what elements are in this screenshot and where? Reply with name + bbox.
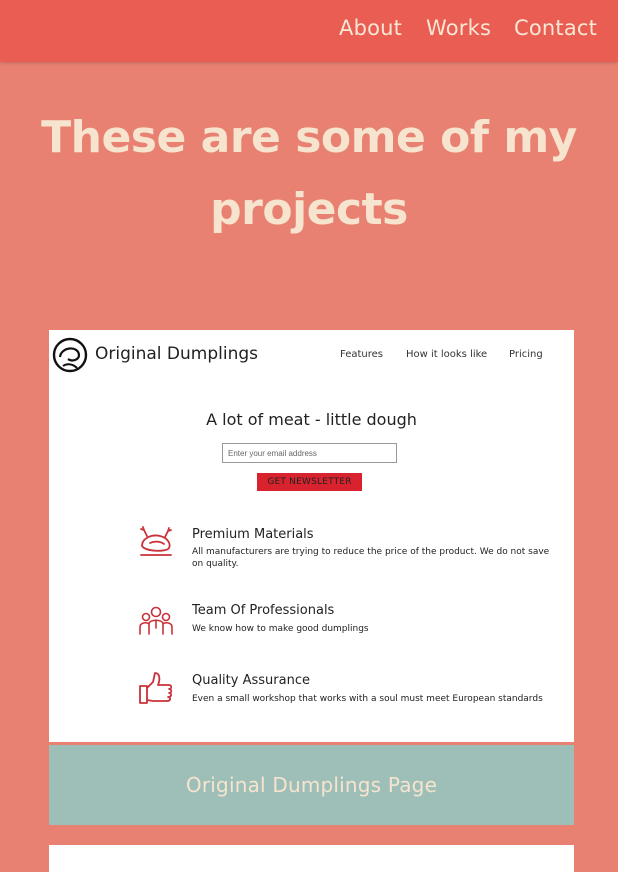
feature-title-premium: Premium Materials: [192, 527, 314, 542]
brand-name: Original Dumplings: [95, 344, 259, 364]
feature-desc-quality: Even a small workshop that works with a …: [192, 694, 543, 704]
nav-link-works[interactable]: Works: [426, 16, 491, 40]
screenshot-nav-pricing: Pricing: [509, 349, 543, 360]
screenshot-email-field: [222, 443, 397, 463]
nav-link-about[interactable]: About: [339, 16, 402, 40]
feature-title-team: Team Of Professionals: [192, 603, 335, 618]
chicken-icon: [140, 526, 172, 556]
dumpling-logo-icon: [52, 337, 88, 373]
project-screenshot[interactable]: Original Dumplings Features How it looks…: [49, 330, 574, 742]
feature-desc-team: We know how to make good dumplings: [192, 624, 369, 634]
page-title: These are some of my projects: [41, 112, 577, 235]
screenshot-headline: A lot of meat - little dough: [206, 410, 417, 429]
project-caption-link[interactable]: Original Dumplings Page: [49, 745, 574, 825]
screenshot-newsletter-button: GET NEWSLETTER: [257, 473, 362, 491]
thumbs-up-icon: [139, 672, 173, 704]
top-navbar: About Works Contact: [0, 0, 618, 62]
next-project-tile[interactable]: [49, 845, 574, 872]
nav-link-contact[interactable]: Contact: [514, 16, 597, 40]
team-icon: [139, 606, 173, 635]
screenshot-nav-features: Features: [340, 349, 383, 360]
feature-title-quality: Quality Assurance: [192, 673, 310, 688]
screenshot-nav-how-it-looks: How it looks like: [406, 349, 488, 360]
feature-desc-premium: All manufacturers are trying to reduce t…: [192, 547, 550, 569]
